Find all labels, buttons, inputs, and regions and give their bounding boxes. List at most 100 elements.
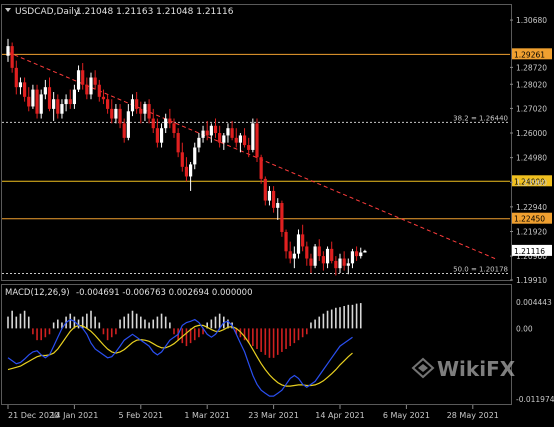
candle-body-54	[230, 128, 234, 138]
macd-tick-label-2: -0.011974	[516, 395, 554, 404]
candle-body-73	[309, 258, 313, 266]
candle-body-28	[122, 123, 126, 138]
candle-body-14	[64, 99, 68, 105]
candle-body-64	[272, 190, 276, 208]
candle-body-52	[222, 135, 226, 143]
candle-body-79	[334, 260, 338, 269]
candle-body-32	[139, 108, 143, 114]
candle-body-6	[31, 89, 35, 107]
level-label-4: 50.0 = 1.20178	[453, 266, 508, 274]
candle-body-46	[197, 137, 201, 148]
candle-body-5	[27, 96, 31, 107]
candle-body-75	[317, 246, 321, 257]
date-label-4: 23 Mar 2021	[248, 411, 299, 420]
symbol-timeframe: USDCAD,Daily	[15, 7, 80, 17]
candle-body-2	[14, 67, 18, 88]
candle-body-39	[168, 118, 172, 124]
candle-body-26	[114, 108, 118, 119]
candle-body-4	[23, 82, 27, 97]
level-tag-text-3: 1.22450	[514, 215, 545, 224]
candle-body-56	[238, 135, 242, 143]
candle-body-66	[280, 203, 284, 232]
current-price-text: 1.21116	[514, 247, 545, 256]
chart-canvas[interactable]: 1.2926138.2 = 1.264401.240001.2245050.0 …	[0, 0, 554, 423]
date-label-1: 14 Jan 2021	[50, 411, 98, 420]
candle-body-37	[159, 128, 164, 143]
candle-body-20	[89, 77, 93, 95]
candle-body-83	[350, 251, 355, 264]
candle-body-40	[172, 123, 176, 134]
candle-body-16	[72, 89, 76, 105]
candle-body-15	[68, 99, 72, 105]
candle-body-82	[346, 263, 350, 266]
candle-body-53	[226, 128, 230, 136]
candle-body-59	[251, 123, 255, 150]
candle-body-45	[193, 147, 197, 165]
price-tick-label-2: 1.28020	[516, 80, 547, 89]
watermark-text: WikiFX	[437, 357, 516, 381]
candle-body-43	[184, 166, 189, 177]
level-tag-text-0: 1.29261	[514, 50, 545, 59]
candle-body-33	[143, 104, 147, 114]
candle-body-9	[43, 87, 47, 95]
candle-body-55	[234, 137, 238, 143]
date-label-2: 5 Feb 2021	[118, 411, 163, 420]
candle-body-25	[110, 108, 114, 119]
candle-body-57	[242, 135, 247, 146]
candle-body-3	[18, 82, 23, 88]
candle-body-35	[151, 118, 155, 129]
candle-body-13	[60, 104, 64, 114]
candle-body-10	[47, 87, 52, 109]
candle-body-81	[342, 258, 346, 266]
candle-body-78	[330, 248, 334, 261]
candle-body-61	[259, 157, 263, 179]
candle-body-85	[359, 252, 363, 257]
candle-body-68	[288, 251, 292, 259]
date-label-7: 28 May 2021	[447, 411, 499, 420]
candle-body-12	[56, 99, 60, 114]
candle-body-71	[301, 234, 305, 247]
candle-body-76	[321, 256, 325, 264]
ohlc-values: 1.21048 1.21163 1.21048 1.21116	[76, 7, 234, 17]
candle-body-69	[292, 253, 296, 259]
candle-body-22	[97, 84, 101, 97]
candle-body-27	[118, 108, 122, 124]
candle-body-58	[247, 145, 251, 150]
level-label-1: 38.2 = 1.26440	[453, 114, 508, 122]
candle-body-38	[164, 118, 168, 129]
candle-body-44	[189, 164, 193, 177]
candle-body-30	[130, 99, 135, 112]
candle-body-51	[218, 133, 222, 143]
price-tick-label-5: 1.24980	[516, 154, 547, 163]
date-label-5: 14 Apr 2021	[315, 411, 364, 420]
candle-body-74	[313, 246, 317, 266]
candle-body-23	[101, 96, 106, 100]
candle-body-50	[213, 125, 218, 134]
candle-body-47	[201, 130, 205, 138]
candle-body-72	[305, 246, 309, 259]
price-tick-label-10: 1.19910	[516, 276, 547, 285]
candle-body-63	[267, 190, 272, 201]
candle-body-65	[276, 203, 280, 208]
candle-body-77	[325, 248, 330, 264]
candle-body-86	[363, 250, 367, 253]
price-tick-label-8: 1.21920	[516, 227, 547, 236]
date-label-6: 6 May 2021	[383, 411, 430, 420]
candle-body-31	[135, 99, 139, 109]
candle-body-1	[10, 46, 14, 68]
candle-body-36	[155, 128, 159, 143]
macd-tick-label-0: 0.004443	[516, 298, 552, 307]
candle-body-8	[39, 94, 43, 114]
macd-tick-label-1: 0.00	[516, 324, 533, 333]
price-tick-label-3: 1.27020	[516, 104, 547, 113]
candle-body-48	[205, 130, 209, 136]
date-label-3: 1 Mar 2021	[184, 411, 230, 420]
candle-body-41	[176, 133, 180, 153]
candle-body-67	[284, 231, 288, 252]
candle-body-0	[6, 46, 10, 56]
price-tick-label-7: 1.22940	[516, 203, 547, 212]
candle-body-7	[35, 89, 39, 114]
candle-body-70	[296, 234, 301, 254]
price-tick-label-6: 1.23960	[516, 178, 547, 187]
trading-chart[interactable]: 1.29261 38.2 = 1.26440 1.24000 1.22450 50.0 …	[0, 0, 554, 423]
